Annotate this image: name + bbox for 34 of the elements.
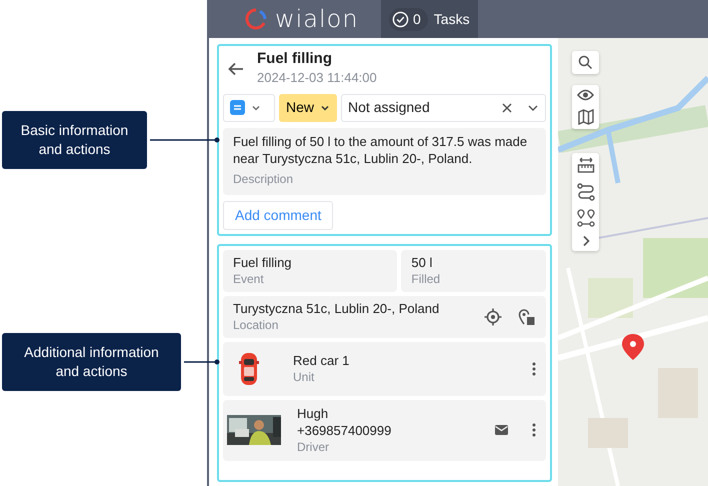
geofence-icon[interactable] (518, 308, 536, 326)
location-value: Turystyczna 51c, Lublin 20-, Poland (233, 300, 440, 316)
priority-dropdown[interactable] (223, 94, 275, 122)
more-icon[interactable] (532, 423, 536, 437)
logo-icon (245, 8, 267, 30)
task-title: Fuel filling (257, 50, 333, 68)
field-value: Fuel filling (233, 254, 293, 270)
field-label: Event (233, 270, 265, 288)
leader-line (150, 138, 220, 142)
tasks-button[interactable]: 0 Tasks (381, 0, 478, 38)
status-dropdown[interactable]: New (279, 94, 338, 122)
target-icon[interactable] (484, 308, 502, 326)
location-label: Location (233, 316, 280, 334)
driver-name: Hugh (297, 404, 330, 422)
leader-line (184, 360, 220, 364)
field-value: 50 l (411, 254, 434, 270)
driver-phone: +369857400999 (297, 422, 392, 438)
description-label: Description (233, 170, 294, 188)
unit-label: Unit (293, 368, 316, 386)
task-datetime: 2024-12-03 11:44:00 (257, 69, 377, 87)
more-icon[interactable] (532, 362, 536, 376)
assignee-dropdown[interactable]: Not assigned (341, 94, 546, 122)
callout-label: Additional information and actions (2, 333, 181, 391)
driver-label: Driver (297, 438, 330, 456)
callout-label: Basic information and actions (2, 111, 147, 169)
message-icon[interactable] (495, 425, 508, 435)
priority-icon (230, 100, 245, 115)
car-icon (239, 352, 259, 386)
description-text: Fuel filling of 50 l to the amount of 317.5 was made near Turystyczna 51c, Lublin 20-, Poland. (233, 132, 528, 166)
logo-text: wialon (275, 7, 359, 31)
unit-name: Red car 1 (293, 352, 350, 368)
close-icon[interactable] (501, 102, 513, 114)
check-icon (392, 10, 409, 28)
field-label: Filled (411, 270, 442, 288)
